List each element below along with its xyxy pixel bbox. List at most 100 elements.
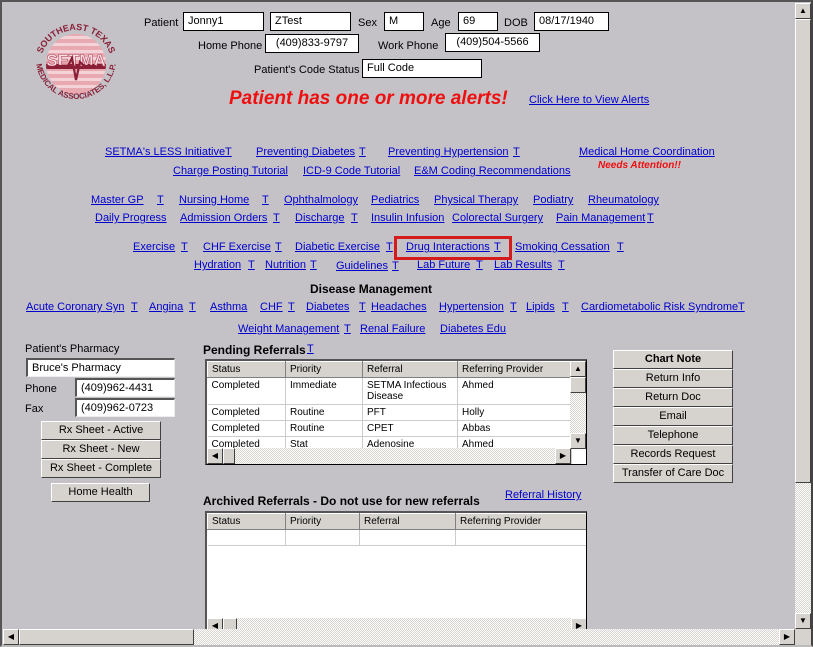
scroll-left-icon[interactable]: ◀: [3, 629, 19, 645]
icd9-code-tutorial-link[interactable]: ICD-9 Code Tutorial: [303, 165, 400, 177]
diabetes-link[interactable]: Diabetes: [306, 301, 349, 313]
preventing-hypertension-link[interactable]: Preventing Hypertension: [388, 146, 508, 158]
preventing-hypertension-t-link[interactable]: T: [513, 146, 520, 158]
hydration-link[interactable]: Hydration: [194, 259, 241, 271]
pain-management-link[interactable]: Pain Management: [556, 212, 645, 224]
lipids-link[interactable]: Lipids: [526, 301, 555, 313]
records-request-button[interactable]: Records Request: [613, 445, 733, 464]
preventing-diabetes-t-link[interactable]: T: [359, 146, 366, 158]
nursing-home-link[interactable]: Nursing Home: [179, 194, 249, 206]
smoking-cessation-t-link[interactable]: T: [617, 241, 624, 253]
scroll-up-icon[interactable]: ▲: [795, 3, 811, 19]
scroll-left-icon[interactable]: ◀: [207, 448, 223, 464]
em-coding-recommendations-link[interactable]: E&M Coding Recommendations: [414, 165, 571, 177]
scroll-right-icon[interactable]: ▶: [555, 448, 571, 464]
pain-management-t-link[interactable]: T: [647, 212, 654, 224]
scroll-thumb[interactable]: [795, 19, 811, 483]
preventing-diabetes-link[interactable]: Preventing Diabetes: [256, 146, 355, 158]
table-row[interactable]: Completed Immediate SETMA Infectious Disea…: [207, 377, 572, 405]
column-header-referring-provider[interactable]: Referring Provider: [457, 361, 572, 378]
hypertension-link[interactable]: Hypertension: [439, 301, 504, 313]
exercise-t-link[interactable]: T: [181, 241, 188, 253]
home-phone-field[interactable]: (409)833-9797: [265, 34, 359, 53]
patient-last-name-field[interactable]: ZTest: [270, 12, 351, 31]
lipids-t-link[interactable]: T: [562, 301, 569, 313]
chart-note-button[interactable]: Chart Note: [613, 350, 733, 369]
nursing-home-t-link[interactable]: T: [262, 194, 269, 206]
column-header-referring-provider[interactable]: Referring Provider: [455, 513, 586, 530]
column-header-priority[interactable]: Priority: [285, 513, 360, 530]
column-header-status[interactable]: Status: [207, 513, 286, 530]
discharge-link[interactable]: Discharge: [295, 212, 345, 224]
ophthalmology-link[interactable]: Ophthalmology: [284, 194, 358, 206]
angina-t-link[interactable]: T: [189, 301, 196, 313]
return-info-button[interactable]: Return Info: [613, 369, 733, 388]
pharmacy-name-field[interactable]: Bruce's Pharmacy: [26, 358, 175, 377]
setma-less-initiative-t-link[interactable]: T: [225, 146, 232, 158]
scroll-thumb[interactable]: [570, 377, 586, 393]
acute-coronary-syn-link[interactable]: Acute Coronary Syn: [26, 301, 124, 313]
acute-coronary-syn-t-link[interactable]: T: [131, 301, 138, 313]
table-row[interactable]: Completed Routine PFT Holly: [207, 404, 572, 421]
rx-sheet-new-button[interactable]: Rx Sheet - New: [41, 440, 161, 459]
medical-home-coordination-link[interactable]: Medical Home Coordination: [579, 146, 715, 158]
asthma-link[interactable]: Asthma: [210, 301, 247, 313]
smoking-cessation-link[interactable]: Smoking Cessation: [515, 241, 610, 253]
diabetic-exercise-link[interactable]: Diabetic Exercise: [295, 241, 380, 253]
guidelines-link[interactable]: Guidelines: [336, 260, 388, 272]
renal-failure-link[interactable]: Renal Failure: [360, 323, 425, 335]
pharmacy-phone-field[interactable]: (409)962-4431: [75, 378, 175, 397]
referral-history-link[interactable]: Referral History: [505, 489, 581, 501]
sex-field[interactable]: M: [384, 12, 424, 31]
code-status-field[interactable]: Full Code: [362, 59, 482, 78]
work-phone-field[interactable]: (409)504-5566: [445, 33, 540, 52]
table-row[interactable]: Completed Routine CPET Abbas: [207, 420, 572, 437]
scroll-right-icon[interactable]: ▶: [779, 629, 795, 645]
pediatrics-link[interactable]: Pediatrics: [371, 194, 419, 206]
table-row-empty[interactable]: [207, 529, 586, 546]
column-header-priority[interactable]: Priority: [285, 361, 363, 378]
window-vscrollbar[interactable]: ▲ ▼: [795, 3, 811, 629]
hydration-t-link[interactable]: T: [248, 259, 255, 271]
master-gp-t-link[interactable]: T: [157, 194, 164, 206]
home-health-button[interactable]: Home Health: [51, 483, 150, 502]
charge-posting-tutorial-link[interactable]: Charge Posting Tutorial: [173, 165, 288, 177]
lab-results-t-link[interactable]: T: [558, 259, 565, 271]
lab-future-t-link[interactable]: T: [476, 259, 483, 271]
admission-orders-t-link[interactable]: T: [273, 212, 280, 224]
telephone-button[interactable]: Telephone: [613, 426, 733, 445]
angina-link[interactable]: Angina: [149, 301, 183, 313]
lab-future-link[interactable]: Lab Future: [417, 259, 470, 271]
insulin-infusion-link[interactable]: Insulin Infusion: [371, 212, 444, 224]
hypertension-t-link[interactable]: T: [510, 301, 517, 313]
chf-exercise-link[interactable]: CHF Exercise: [203, 241, 271, 253]
pharmacy-fax-field[interactable]: (409)962-0723: [75, 398, 175, 417]
dob-field[interactable]: 08/17/1940: [534, 12, 609, 31]
discharge-t-link[interactable]: T: [351, 212, 358, 224]
chf-t-link[interactable]: T: [288, 301, 295, 313]
view-alerts-link[interactable]: Click Here to View Alerts: [529, 94, 649, 106]
diabetes-t-link[interactable]: T: [359, 301, 366, 313]
exercise-link[interactable]: Exercise: [133, 241, 175, 253]
nutrition-t-link[interactable]: T: [310, 259, 317, 271]
guidelines-t-link[interactable]: T: [392, 260, 399, 272]
transfer-of-care-doc-button[interactable]: Transfer of Care Doc: [613, 464, 733, 483]
rx-sheet-complete-button[interactable]: Rx Sheet - Complete: [41, 459, 161, 478]
admission-orders-link[interactable]: Admission Orders: [180, 212, 267, 224]
diabetes-edu-link[interactable]: Diabetes Edu: [440, 323, 506, 335]
scroll-thumb[interactable]: [223, 448, 235, 464]
chf-link[interactable]: CHF: [260, 301, 283, 313]
diabetic-exercise-t-link[interactable]: T: [386, 241, 393, 253]
pending-referrals-vscrollbar[interactable]: ▲ ▼: [570, 361, 586, 449]
scroll-down-icon[interactable]: ▼: [570, 433, 586, 449]
weight-management-link[interactable]: Weight Management: [238, 323, 339, 335]
pending-referrals-t-link[interactable]: T: [307, 343, 314, 355]
chf-exercise-t-link[interactable]: T: [275, 241, 282, 253]
rheumatology-link[interactable]: Rheumatology: [588, 194, 659, 206]
column-header-referral[interactable]: Referral: [362, 361, 458, 378]
column-header-referral[interactable]: Referral: [359, 513, 456, 530]
daily-progress-link[interactable]: Daily Progress: [95, 212, 167, 224]
age-field[interactable]: 69: [458, 12, 498, 31]
nutrition-link[interactable]: Nutrition: [265, 259, 306, 271]
scroll-up-icon[interactable]: ▲: [570, 361, 586, 377]
